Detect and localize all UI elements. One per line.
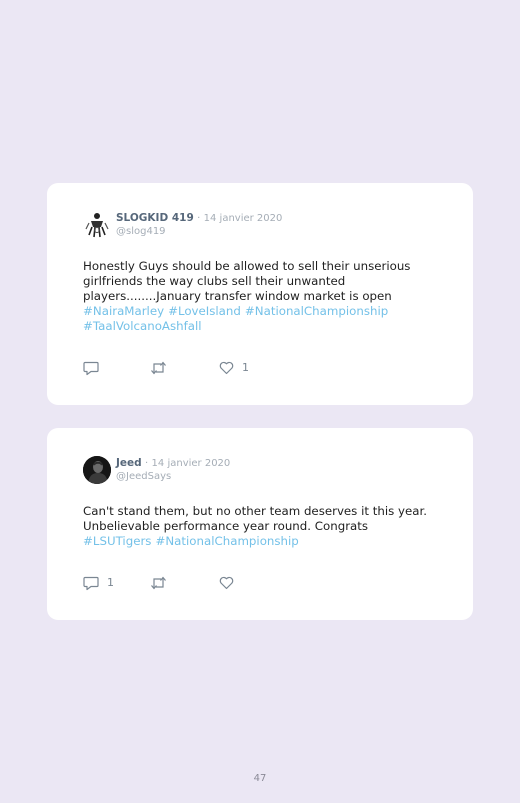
text-line: Unbelievable performance year round. Con…	[83, 519, 369, 533]
retweet-icon	[151, 576, 166, 590]
hashtag-link[interactable]: #TaalVolcanoAshfall	[83, 319, 202, 333]
like-button[interactable]	[219, 575, 242, 591]
tweet-card: Jeed · 14 janvier 2020 @JeedSays Can't s…	[47, 428, 473, 620]
separator: ·	[197, 213, 201, 224]
hashtag-link[interactable]: #NairaMarley	[83, 304, 164, 318]
reply-button[interactable]: 1	[83, 575, 114, 591]
heart-icon	[219, 361, 234, 375]
tweet-header: SLOGKID 419 · 14 janvier 2020 @slog419	[116, 212, 282, 238]
like-button[interactable]: 1	[219, 360, 249, 376]
reply-count: 1	[107, 576, 114, 589]
text-line: Honestly Guys should be allowed to sell …	[83, 259, 411, 273]
like-count: 1	[242, 361, 249, 374]
author-handle[interactable]: @JeedSays	[116, 470, 230, 483]
text-line: Can't stand them, but no other team dese…	[83, 504, 427, 518]
text-line: players........January transfer window m…	[83, 289, 392, 303]
tweet-date[interactable]: 14 janvier 2020	[204, 213, 283, 224]
hashtag-link[interactable]: #NationalChampionship	[245, 304, 388, 318]
author-name[interactable]: SLOGKID 419	[116, 212, 194, 224]
retweet-button[interactable]	[150, 575, 175, 591]
hashtag-link[interactable]: #NationalChampionship	[155, 534, 298, 548]
separator: ·	[145, 458, 149, 469]
avatar[interactable]	[83, 456, 111, 484]
reply-button[interactable]	[83, 360, 107, 376]
tweet-header: Jeed · 14 janvier 2020 @JeedSays	[116, 457, 230, 483]
reply-icon	[83, 361, 99, 375]
avatar[interactable]	[83, 211, 111, 239]
tweet-text: Can't stand them, but no other team dese…	[83, 504, 433, 549]
hashtag-link[interactable]: #LSUTigers	[83, 534, 151, 548]
retweet-icon	[151, 361, 166, 375]
reply-icon	[83, 576, 99, 590]
retweet-button[interactable]	[150, 360, 175, 376]
tweet-card: SLOGKID 419 · 14 janvier 2020 @slog419 H…	[47, 183, 473, 405]
tweet-date[interactable]: 14 janvier 2020	[152, 458, 231, 469]
author-name[interactable]: Jeed	[116, 457, 142, 469]
page-number: 47	[253, 773, 267, 784]
tweet-text: Honestly Guys should be allowed to sell …	[83, 259, 433, 334]
text-line: girlfriends the way clubs sell their unw…	[83, 274, 346, 288]
author-handle[interactable]: @slog419	[116, 225, 282, 238]
heart-icon	[219, 576, 234, 590]
hashtag-link[interactable]: #LoveIsland	[168, 304, 241, 318]
